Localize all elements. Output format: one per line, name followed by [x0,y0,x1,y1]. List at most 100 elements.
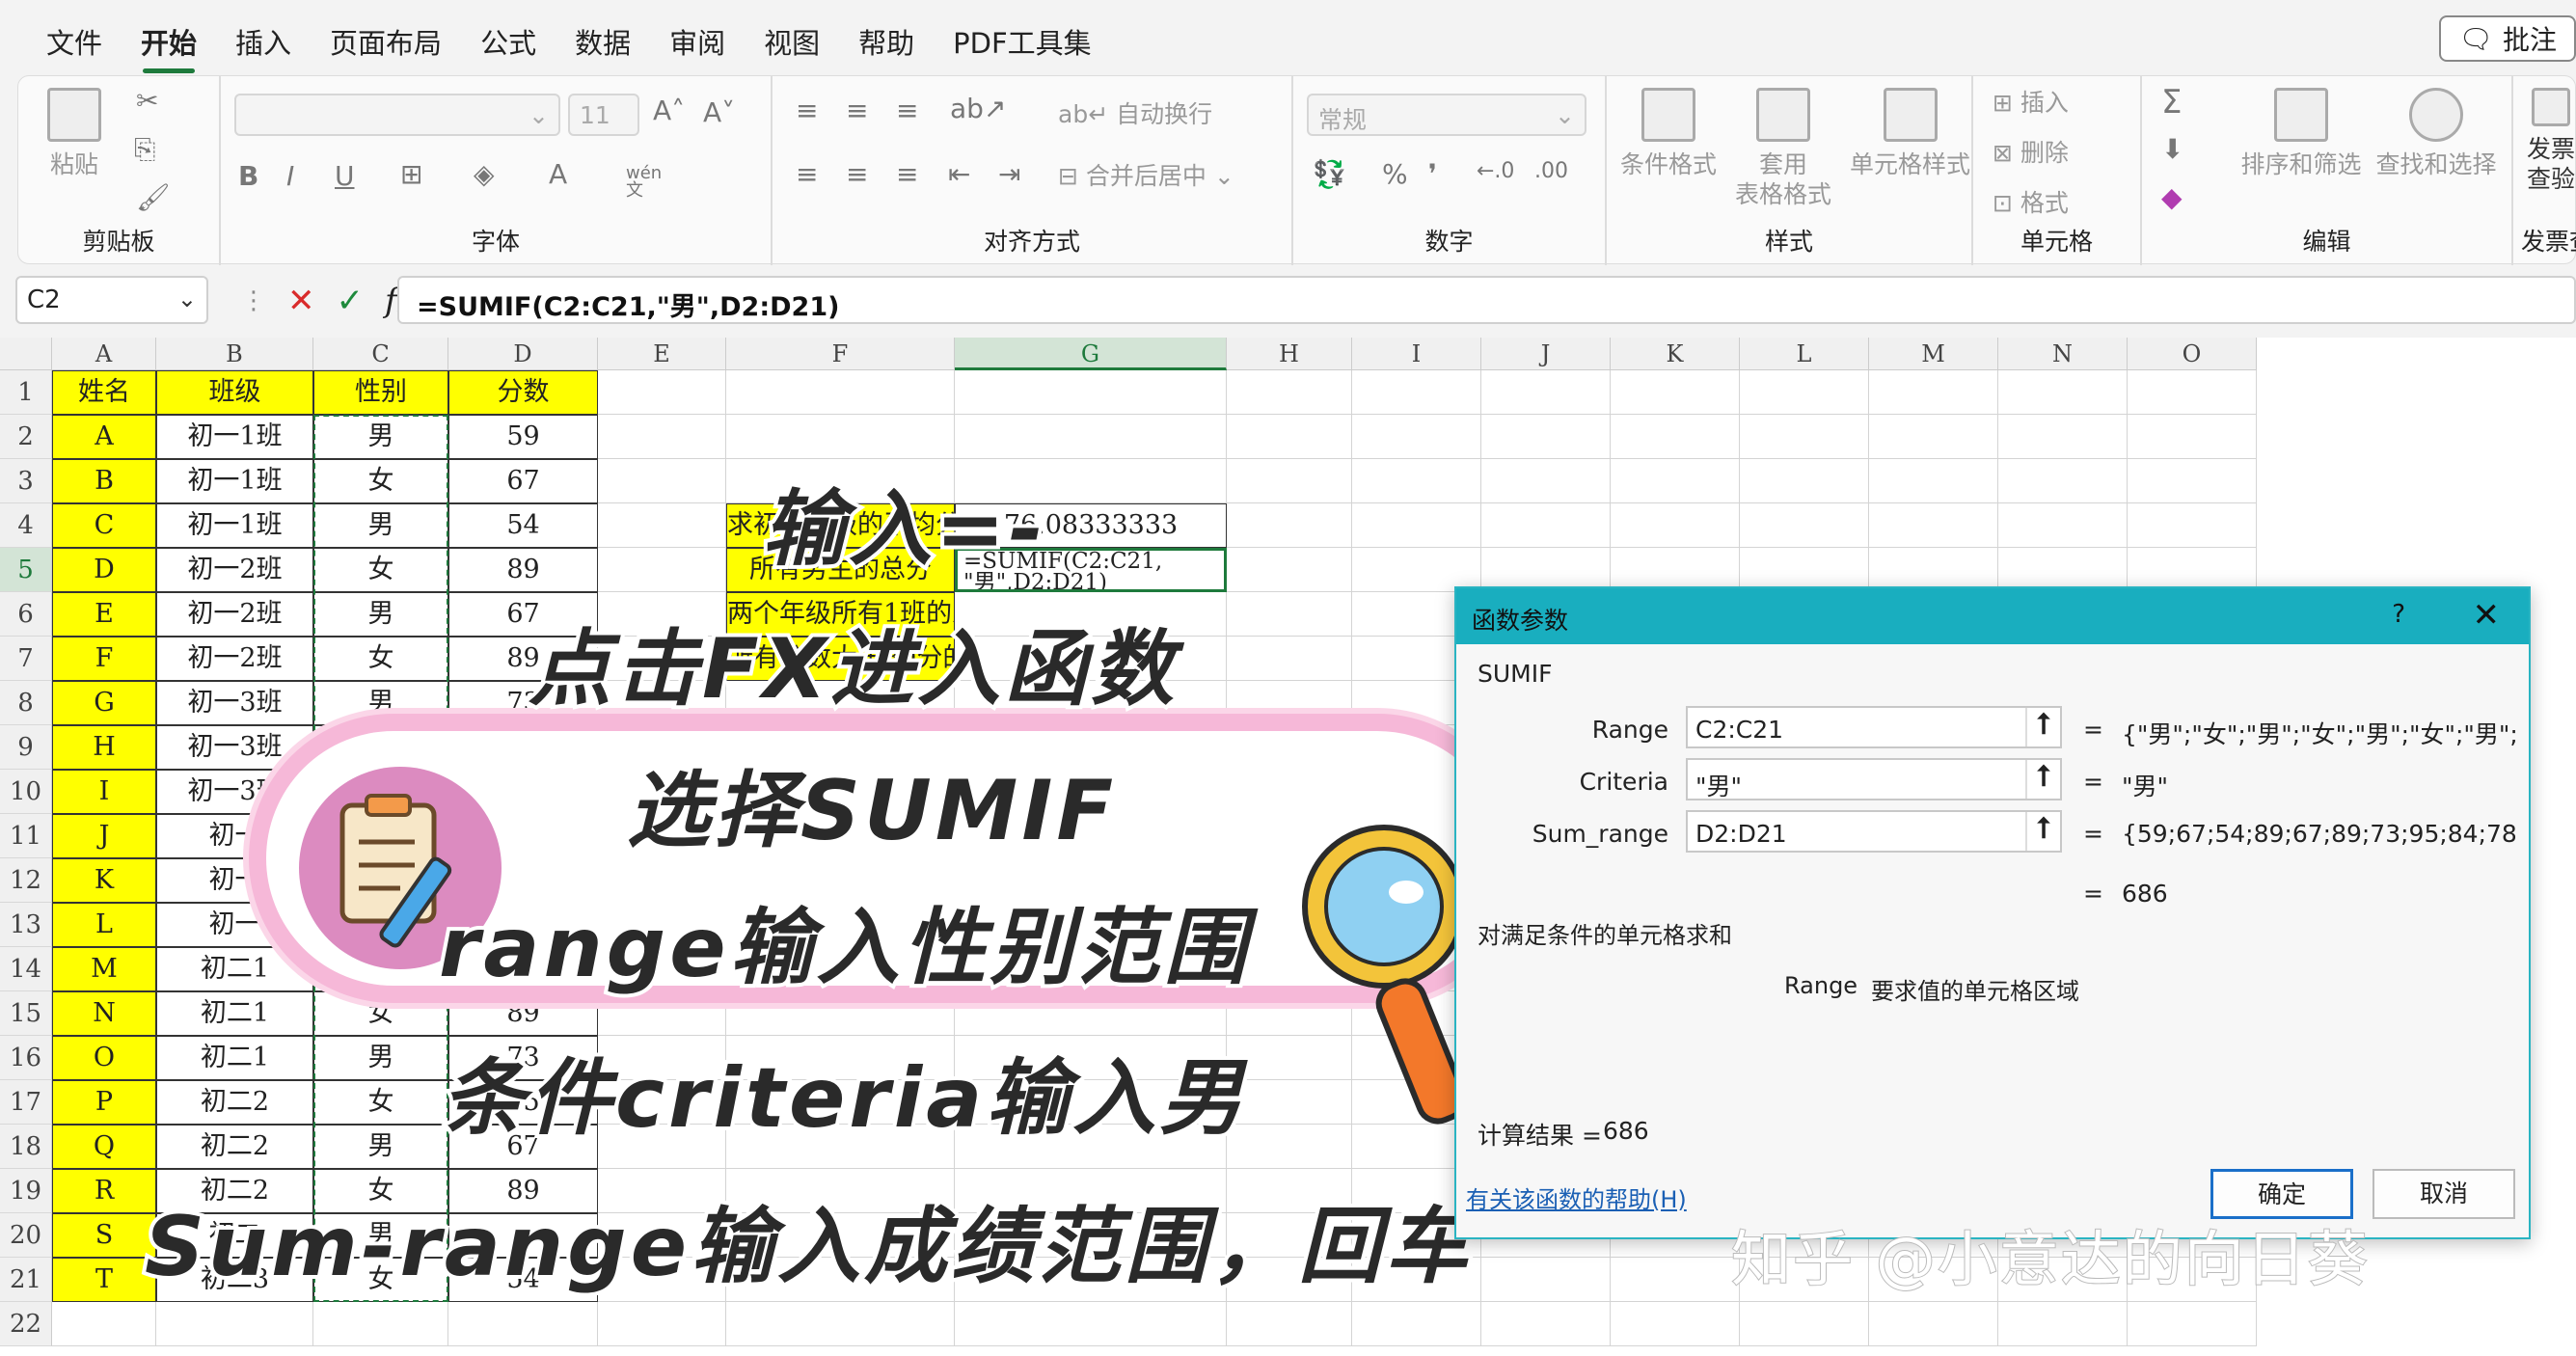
currency-icon[interactable]: 💱 [1313,161,1346,188]
grid-cell[interactable] [598,1302,726,1346]
grid-cell[interactable] [1998,370,2128,415]
grid-cell[interactable] [2128,1302,2257,1346]
grid-cell[interactable] [1352,1302,1481,1346]
row-header[interactable]: 5 [0,548,52,592]
grid-cell[interactable] [1227,548,1352,592]
grid-cell[interactable] [1869,1302,1998,1346]
menu-tab[interactable]: 文件 [27,17,122,66]
column-header[interactable]: M [1869,338,1998,370]
grid-cell[interactable] [726,1302,955,1346]
wrap-text-button[interactable]: ab↵ 自动换行 [1058,99,1212,129]
table-cell[interactable]: E [52,592,156,637]
row-header[interactable]: 17 [0,1080,52,1125]
column-header[interactable]: K [1611,338,1740,370]
grid-cell[interactable] [1740,415,1869,459]
row-header[interactable]: 21 [0,1258,52,1302]
fill-color-icon[interactable]: ◈ [474,161,495,188]
grid-cell[interactable] [1740,1302,1869,1346]
table-cell[interactable]: 89 [448,548,598,592]
row-header[interactable]: 2 [0,415,52,459]
table-cell[interactable]: M [52,947,156,991]
row-header[interactable]: 13 [0,903,52,947]
grid-cell[interactable] [598,415,726,459]
cut-icon[interactable]: ✂ [136,88,158,115]
clear-icon[interactable]: ◆ [2161,184,2183,211]
close-button[interactable]: ✕ [2473,596,2501,635]
menu-tab[interactable]: 页面布局 [311,17,461,66]
row-header[interactable]: 12 [0,858,52,903]
table-cell[interactable]: D [52,548,156,592]
table-cell[interactable]: R [52,1169,156,1213]
align-right-icon[interactable]: ≡ [896,161,918,188]
menu-tab[interactable]: 插入 [216,17,311,66]
paste-button[interactable]: 粘贴 [36,88,113,179]
grid-cell[interactable] [313,1302,448,1346]
conditional-format-button[interactable]: 条件格式 [1620,88,1717,179]
grid-cell[interactable] [1227,415,1352,459]
grid-cell[interactable] [955,370,1227,415]
row-header[interactable]: 22 [0,1302,52,1346]
font-color-icon[interactable]: A [549,161,567,188]
argument-input[interactable]: C2:C21 [1686,706,2062,748]
autosum-icon[interactable]: Σ [2161,86,2182,119]
sort-filter-button[interactable]: 排序和筛选 [2238,88,2364,179]
grid-cell[interactable] [598,548,726,592]
cancel-button[interactable]: 取消 [2373,1169,2515,1219]
grid-cell[interactable] [1611,370,1740,415]
grid-cell[interactable] [598,503,726,548]
increase-decimal-icon[interactable]: ←.0 [1477,161,1514,182]
font-name-select[interactable]: ⌄ [234,94,560,136]
menu-tab[interactable]: 公式 [461,17,556,66]
table-cell[interactable]: F [52,637,156,681]
grid-cell[interactable] [1227,459,1352,503]
row-header[interactable]: 18 [0,1125,52,1169]
grid-cell[interactable] [1998,1302,2128,1346]
table-cell[interactable]: 初一2班 [156,592,313,637]
font-size-select[interactable]: 11 [568,94,639,136]
collapse-dialog-icon[interactable]: ⭡ [2025,708,2060,746]
grid-cell[interactable] [1227,637,1352,681]
align-top-icon[interactable]: ≡ [796,97,818,124]
invoice-check-button[interactable]: 发票 查验 [2527,88,2575,195]
grid-cell[interactable] [448,1302,598,1346]
grid-cell[interactable] [1481,1302,1611,1346]
find-select-button[interactable]: 查找和选择 [2373,88,2499,179]
grid-cell[interactable] [1998,459,2128,503]
grid-cell[interactable] [598,459,726,503]
cancel-icon[interactable]: ✕ [287,282,315,320]
table-cell[interactable]: 59 [448,415,598,459]
row-header[interactable]: 8 [0,681,52,725]
function-help-link[interactable]: 有关该函数的帮助(H) [1466,1180,1687,1214]
table-cell[interactable]: O [52,1036,156,1080]
table-cell[interactable]: A [52,415,156,459]
table-cell[interactable]: 初二1 [156,991,313,1036]
menu-tab[interactable]: PDF工具集 [934,17,1111,66]
align-middle-icon[interactable]: ≡ [846,97,868,124]
grid-cell[interactable] [955,1302,1227,1346]
table-cell[interactable]: H [52,725,156,770]
table-header[interactable]: 姓名 [52,370,156,415]
delete-cells-button[interactable]: ⊠ 删除 [1993,138,2069,168]
table-cell[interactable]: 67 [448,459,598,503]
column-header[interactable]: A [52,338,156,370]
grid-cell[interactable] [1998,415,2128,459]
align-left-icon[interactable]: ≡ [796,161,818,188]
column-header[interactable]: F [726,338,955,370]
grid-cell[interactable] [1740,370,1869,415]
column-header[interactable]: N [1998,338,2128,370]
row-header[interactable]: 4 [0,503,52,548]
grow-font-icon[interactable]: A˄ [653,97,685,124]
grid-cell[interactable] [1611,459,1740,503]
decrease-decimal-icon[interactable]: .00 [1534,161,1568,182]
grid-cell[interactable] [1227,592,1352,637]
row-header[interactable]: 6 [0,592,52,637]
underline-button[interactable]: U [335,163,355,190]
table-cell[interactable]: I [52,770,156,814]
grid-cell[interactable] [1869,503,1998,548]
grid-cell[interactable] [955,415,1227,459]
table-header[interactable]: 性别 [313,370,448,415]
collapse-dialog-icon[interactable]: ⭡ [2025,760,2060,799]
column-header[interactable]: E [598,338,726,370]
enter-icon[interactable]: ✓ [337,282,365,320]
grid-cell[interactable] [1481,459,1611,503]
